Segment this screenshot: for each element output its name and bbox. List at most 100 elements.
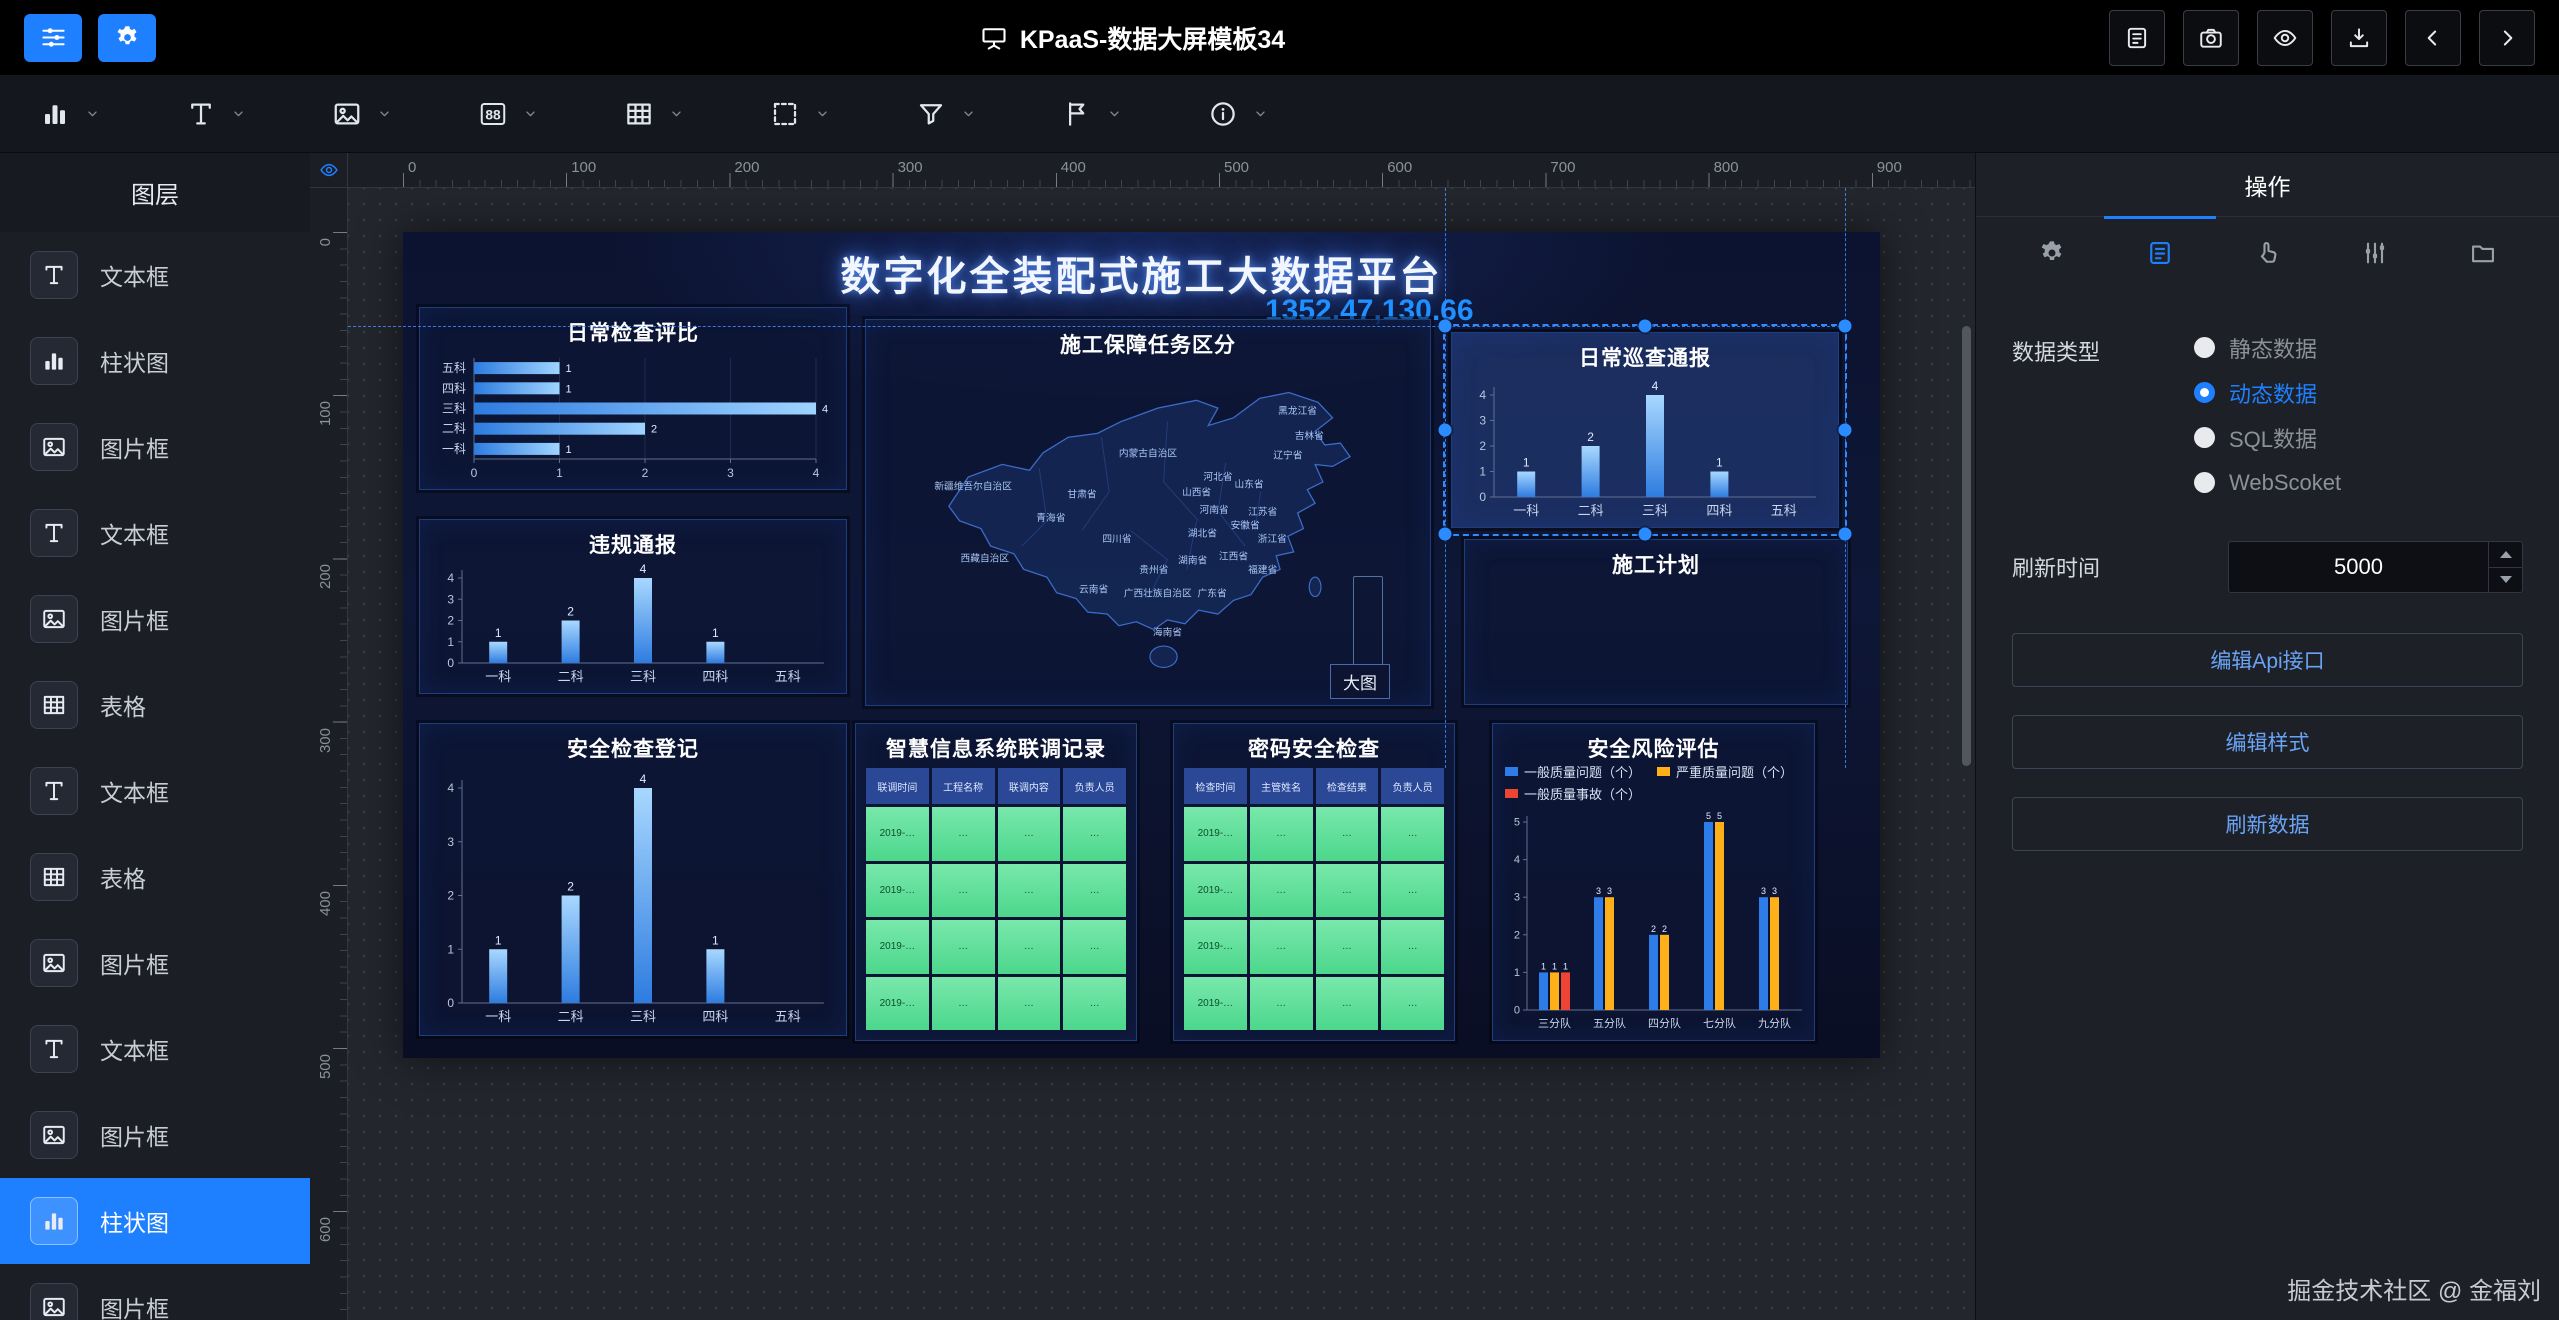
spinner-up-button[interactable] [2489, 542, 2522, 568]
layer-item-label: 柱状图 [100, 344, 169, 378]
layer-item-7[interactable]: 文本框 [0, 748, 310, 834]
panel-patrol[interactable]: 日常巡查通报 01234一科1二科2三科4四科1五科 [1451, 332, 1839, 528]
text-tool[interactable] [186, 99, 332, 129]
big-map-button[interactable]: 大图 [1330, 664, 1390, 699]
selection-handle[interactable] [1639, 528, 1652, 541]
selection-handle[interactable] [1439, 320, 1452, 333]
radio-sql-data[interactable]: SQL数据 [2194, 415, 2341, 460]
spinner-down-button[interactable] [2489, 568, 2522, 593]
decoration-tool[interactable] [1062, 99, 1208, 129]
dashboard-design[interactable]: 数字化全装配式施工大数据平台 1352.47,130.66 日常检查评比 012… [403, 232, 1880, 1058]
chevron-right-button[interactable] [2479, 10, 2535, 66]
image-tool[interactable] [332, 99, 478, 129]
ruler-corner[interactable] [310, 153, 348, 188]
download-button[interactable] [2331, 10, 2387, 66]
vruler-label: 0 [317, 238, 334, 246]
layer-item-4[interactable]: 文本框 [0, 490, 310, 576]
selection-handle[interactable] [1639, 320, 1652, 333]
number-tool[interactable]: 88 [478, 99, 624, 129]
refresh-time-input[interactable]: 5000 [2228, 541, 2523, 593]
info-tool[interactable] [1208, 99, 1354, 129]
edit-api-button[interactable]: 编辑Api接口 [2012, 633, 2523, 687]
selection-handle[interactable] [1839, 320, 1852, 333]
selection-handle[interactable] [1839, 528, 1852, 541]
panel-password-check[interactable]: 密码安全检查 检查时间主管姓名检查结果负责人员2019-…………2019-………… [1173, 723, 1455, 1041]
layer-item-5[interactable]: 图片框 [0, 576, 310, 662]
layer-item-10[interactable]: 文本框 [0, 1006, 310, 1092]
selection-handle[interactable] [1839, 424, 1852, 437]
panel-title: 施工计划 [1465, 549, 1847, 579]
svg-text:4: 4 [447, 781, 454, 795]
panel-daily-check[interactable]: 日常检查评比 01234五科1四科1三科4二科2一科1 [419, 307, 847, 490]
form-icon [2124, 25, 2150, 51]
design-viewport[interactable]: 数字化全装配式施工大数据平台 1352.47,130.66 日常检查评比 012… [348, 188, 1975, 1320]
layer-item-3[interactable]: 图片框 [0, 404, 310, 490]
filter-tool[interactable] [916, 99, 1062, 129]
radio-static-data[interactable]: 静态数据 [2194, 325, 2341, 370]
svg-text:二科: 二科 [558, 1009, 584, 1024]
gear-icon [114, 24, 141, 51]
layer-item-2[interactable]: 柱状图 [0, 318, 310, 404]
gear-button[interactable] [98, 14, 156, 62]
layer-item-6[interactable]: 表格 [0, 662, 310, 748]
panel-violation[interactable]: 违规通报 01234一科1二科2三科4四科1五科 [419, 519, 847, 694]
svg-text:3: 3 [1607, 886, 1612, 896]
table-cell: 2019-… [1184, 977, 1247, 1031]
selection-handle[interactable] [1439, 424, 1452, 437]
table-row: 2019-………… [866, 807, 1126, 861]
panel-title: 违规通报 [420, 529, 846, 559]
svg-text:1: 1 [1523, 456, 1530, 470]
table-header-cell: 负责人员 [1063, 768, 1126, 804]
svg-text:2: 2 [1479, 439, 1486, 453]
canvas-scrollbar[interactable] [1962, 326, 1971, 766]
table-header-cell: 检查结果 [1316, 768, 1379, 804]
radio-dynamic-data[interactable]: 动态数据 [2194, 370, 2341, 415]
chevron-left-button[interactable] [2405, 10, 2461, 66]
selection-handle[interactable] [1439, 528, 1452, 541]
layer-item-11[interactable]: 图片框 [0, 1092, 310, 1178]
inspector-tab-folder[interactable] [2453, 223, 2513, 283]
svg-text:0: 0 [471, 466, 478, 480]
inspector-tab-sliders[interactable] [2345, 223, 2405, 283]
layer-item-label: 图片框 [100, 602, 169, 636]
layer-item-12[interactable]: 柱状图 [0, 1178, 310, 1264]
inspector-tab-gear[interactable] [2022, 223, 2082, 283]
table-icon [624, 99, 654, 129]
layer-item-9[interactable]: 图片框 [0, 920, 310, 1006]
panel-risk[interactable]: 安全风险评估 一般质量问题（个）严重质量问题（个）一般质量事故（个） 01234… [1492, 723, 1815, 1041]
adjust-button[interactable] [24, 14, 82, 62]
layer-item-8[interactable]: 表格 [0, 834, 310, 920]
marquee-tool[interactable] [770, 99, 916, 129]
form-button[interactable] [2109, 10, 2165, 66]
svg-text:1: 1 [566, 383, 572, 395]
camera-button[interactable] [2183, 10, 2239, 66]
data-type-label: 数据类型 [2012, 325, 2142, 367]
refresh-data-button[interactable]: 刷新数据 [2012, 797, 2523, 851]
panel-title: 日常巡查通报 [1452, 342, 1838, 372]
refresh-time-label: 刷新时间 [2012, 551, 2142, 583]
layer-item-1[interactable]: 文本框 [0, 232, 310, 318]
svg-text:河北省: 河北省 [1203, 470, 1232, 483]
svg-text:三科: 三科 [442, 402, 466, 416]
svg-text:江苏省: 江苏省 [1248, 505, 1277, 518]
svg-text:三科: 三科 [630, 669, 656, 684]
edit-style-button[interactable]: 编辑样式 [2012, 715, 2523, 769]
inspector-tab-form[interactable] [2130, 223, 2190, 283]
eye-button[interactable] [2257, 10, 2313, 66]
svg-text:0: 0 [1479, 490, 1486, 504]
layer-item-13[interactable]: 图片框 [0, 1264, 310, 1320]
panel-title: 日常检查评比 [420, 317, 846, 347]
risk-chart: 012345三分队111五分队33四分队22七分队55九分队33 [1499, 808, 1808, 1034]
inspector-tab-pointer[interactable] [2238, 223, 2298, 283]
panel-map[interactable]: 施工保障任务区分 [865, 319, 1431, 706]
panel-plan[interactable]: 施工计划 [1464, 539, 1848, 705]
chart-tool[interactable] [40, 99, 186, 129]
svg-text:湖南省: 湖南省 [1178, 554, 1207, 567]
svg-text:1: 1 [712, 933, 719, 947]
panel-sys-log[interactable]: 智慧信息系统联调记录 联调时间工程名称联调内容负责人员2019-…………2019… [855, 723, 1137, 1041]
svg-text:四分队: 四分队 [1648, 1016, 1681, 1030]
table-tool[interactable] [624, 99, 770, 129]
radio-websocket[interactable]: WebScoket [2194, 460, 2341, 505]
topbar: KPaaS-数据大屏模板34 [0, 0, 2559, 75]
panel-safety-check[interactable]: 安全检查登记 01234一科1二科2三科4四科1五科 [419, 723, 847, 1036]
